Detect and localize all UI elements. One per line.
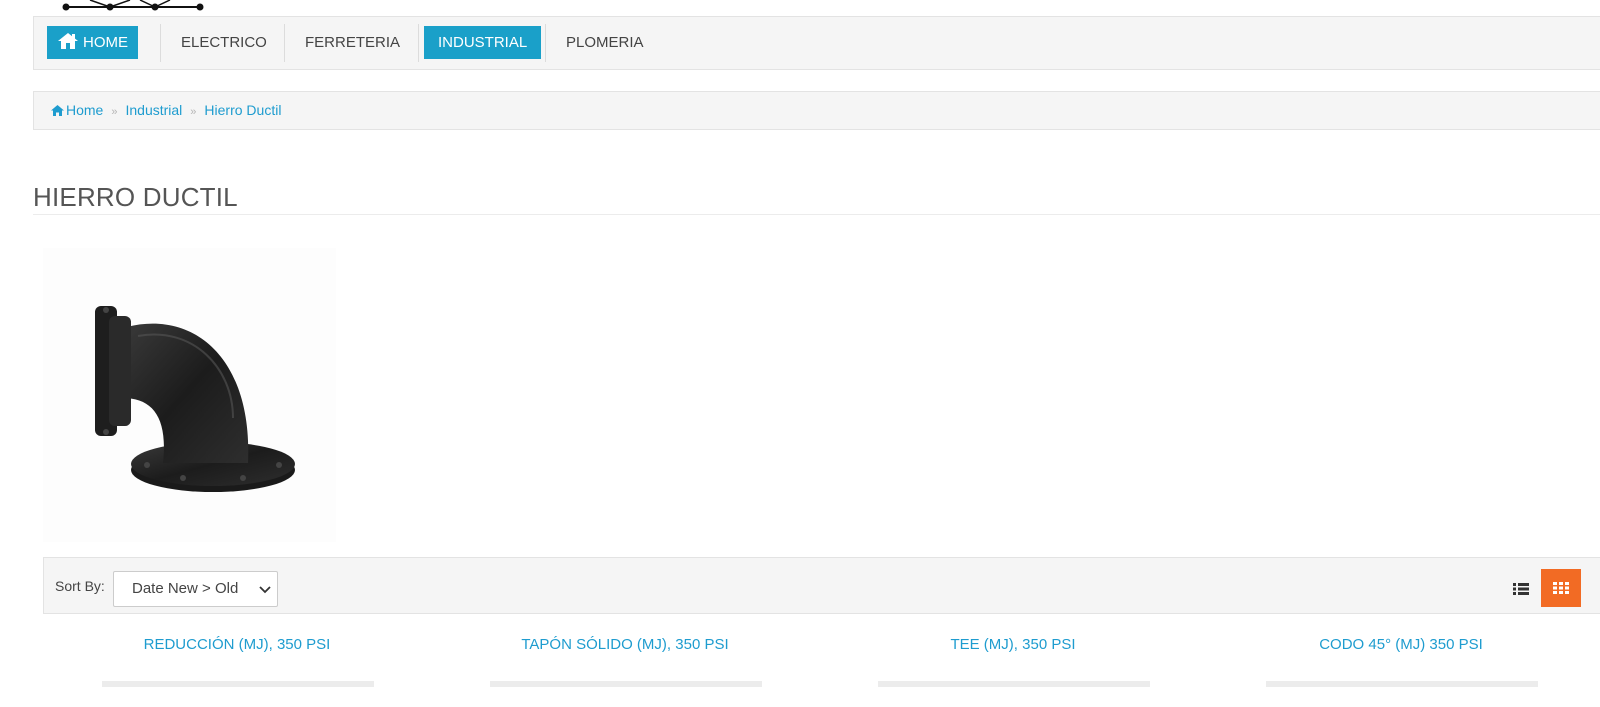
nav-item-plomeria[interactable]: PLOMERIA xyxy=(566,26,644,59)
product-name[interactable]: REDUCCIÓN (MJ), 350 PSI xyxy=(97,636,377,653)
product-card[interactable]: REDUCCIÓN (MJ), 350 PSI xyxy=(97,636,377,653)
nav-item-industrial[interactable]: INDUSTRIAL xyxy=(424,26,542,59)
list-view-button[interactable] xyxy=(1503,572,1539,606)
product-image-placeholder xyxy=(878,681,1150,687)
nav-item-ferreteria[interactable]: FERRETERIA xyxy=(305,26,400,59)
product-name[interactable]: TAPÓN SÓLIDO (MJ), 350 PSI xyxy=(485,636,765,653)
site-logo[interactable] xyxy=(60,0,210,14)
nav-divider xyxy=(160,24,161,62)
grid-view-icon xyxy=(1553,582,1569,594)
product-image-placeholder xyxy=(490,681,762,687)
breadcrumb-separator: » xyxy=(190,106,197,118)
title-divider xyxy=(33,214,1600,215)
chevron-down-icon xyxy=(259,586,271,594)
page-title: HIERRO DUCTIL xyxy=(33,182,238,212)
home-icon xyxy=(51,105,64,116)
sort-select-value: Date New > Old xyxy=(132,580,239,597)
product-toolbar: Sort By: Date New > Old xyxy=(43,557,1600,614)
product-card[interactable]: TAPÓN SÓLIDO (MJ), 350 PSI xyxy=(485,636,765,653)
main-nav: HOME ELECTRICO FERRETERIA INDUSTRIAL PLO… xyxy=(33,16,1600,70)
product-card[interactable]: CODO 45° (MJ) 350 PSI xyxy=(1261,636,1541,653)
breadcrumb-separator: » xyxy=(111,106,118,118)
nav-divider xyxy=(418,24,419,62)
product-card[interactable]: TEE (MJ), 350 PSI xyxy=(873,636,1153,653)
product-image-placeholder xyxy=(102,681,374,687)
list-view-icon xyxy=(1513,583,1529,595)
breadcrumb-current[interactable]: Hierro Ductil xyxy=(204,102,281,118)
product-name[interactable]: TEE (MJ), 350 PSI xyxy=(873,636,1153,653)
sort-label: Sort By: xyxy=(55,578,105,594)
nav-divider xyxy=(284,24,285,62)
nav-item-home[interactable]: HOME xyxy=(47,26,138,59)
nav-item-label: HOME xyxy=(83,34,128,51)
breadcrumb-home[interactable]: Home xyxy=(66,102,103,118)
nav-item-electrico[interactable]: ELECTRICO xyxy=(181,26,267,59)
nav-divider xyxy=(545,24,546,62)
breadcrumb-industrial[interactable]: Industrial xyxy=(125,102,182,118)
breadcrumb: Home » Industrial » Hierro Ductil xyxy=(33,91,1600,130)
product-image-placeholder xyxy=(1266,681,1538,687)
product-name[interactable]: CODO 45° (MJ) 350 PSI xyxy=(1261,636,1541,653)
category-image xyxy=(43,248,336,542)
grid-view-button[interactable] xyxy=(1541,569,1581,607)
sort-select[interactable]: Date New > Old xyxy=(113,571,278,607)
home-icon xyxy=(58,33,78,49)
